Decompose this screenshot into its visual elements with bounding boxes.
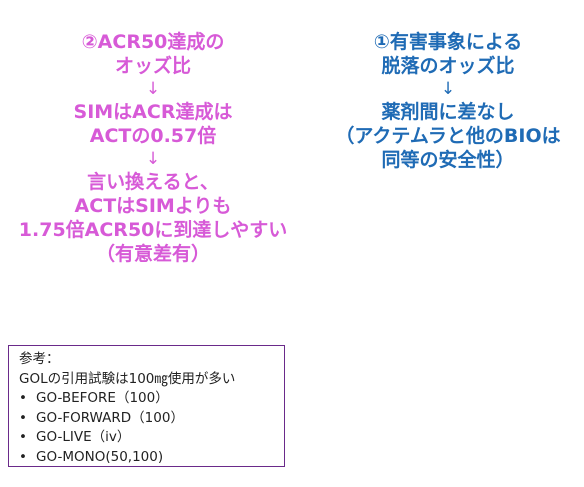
reference-trial-list: • GO-BEFORE（100） • GO-FORWARD（100） • GO-LIV… (19, 389, 274, 467)
right-title-line1: ①有害事象による (373, 31, 523, 53)
list-item: • GO-LIVE（iv） (19, 428, 274, 448)
left-title-line2: オッズ比 (114, 55, 191, 77)
reference-box: 参考： GOLの引用試験は100㎎使用が多い • GO-BEFORE（100） •… (8, 345, 285, 467)
left-significance-line: （有意差有） (95, 243, 210, 265)
bullet-icon: • (19, 429, 27, 445)
list-item: • GO-BEFORE（100） (19, 389, 274, 409)
down-arrow-icon: ↓ (440, 79, 456, 99)
right-no-difference-line: 薬剤間に差なし (381, 101, 515, 123)
trial-name: GO-FORWARD（100） (36, 409, 184, 426)
trial-name: GO-BEFORE（100） (36, 390, 169, 406)
trial-name: GO-LIVE（iv） (36, 429, 131, 445)
left-restate-line: 言い換えると、 (87, 171, 219, 193)
right-actemra-line: （アクテムラと他のBIOは (335, 125, 561, 147)
down-arrow-icon: ↓ (145, 149, 161, 169)
right-column-adverse-events: ①有害事象による 脱落のオッズ比 ↓ 薬剤間に差なし （アクテムラと他のBIOは… (312, 30, 584, 172)
left-column-acr50-odds: ②ACR50達成の オッズ比 ↓ SIMはACR達成は ACTの0.57倍 ↓ … (0, 30, 306, 266)
reference-intro: GOLの引用試験は100㎎使用が多い (19, 370, 236, 387)
bullet-icon: • (19, 409, 27, 426)
trial-name: GO-MONO(50,100) (36, 448, 164, 465)
reference-heading: 参考： (19, 351, 60, 367)
list-item: • GO-FORWARD（100） (19, 409, 274, 429)
left-act-ratio-line: ACTの0.57倍 (89, 125, 217, 147)
right-title-line2: 脱落のオッズ比 (381, 55, 515, 77)
right-safety-line: 同等の安全性） (381, 149, 515, 171)
left-ratio-result-line: 1.75倍ACR50に到達しやすい (18, 219, 288, 241)
left-act-vs-sim-line: ACTはSIMよりも (74, 195, 232, 217)
down-arrow-icon: ↓ (145, 79, 161, 99)
bullet-icon: • (19, 390, 27, 406)
list-item: • GO-MONO(50,100) (19, 448, 274, 468)
left-sim-acr-line: SIMはACR達成は (73, 101, 233, 123)
bullet-icon: • (19, 448, 27, 465)
left-title-line1: ②ACR50達成の (81, 31, 225, 53)
